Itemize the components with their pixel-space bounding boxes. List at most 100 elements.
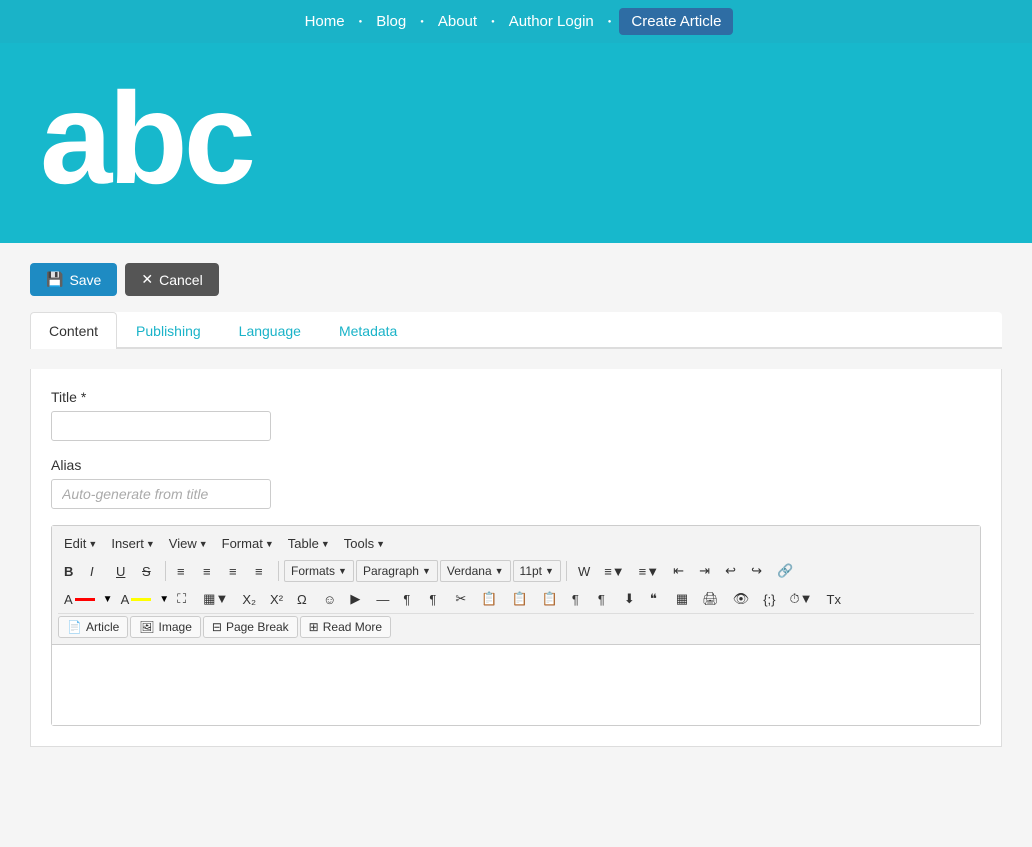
indent-button[interactable]: ⇥ <box>693 559 717 583</box>
cut-button[interactable]: ✂ <box>449 587 473 611</box>
readmore-icon: ⊞ <box>309 620 319 634</box>
tab-content[interactable]: Content <box>30 312 117 349</box>
image-insert-label: Image <box>159 620 192 634</box>
size-dropdown[interactable]: 11pt ▼ <box>513 560 561 582</box>
sep3 <box>566 561 567 581</box>
save-icon: 💾 <box>46 271 63 288</box>
hero-section: abc <box>0 43 1032 243</box>
nav-about[interactable]: About <box>432 9 483 34</box>
word-count-button[interactable]: W <box>572 560 596 583</box>
numbered-list-button[interactable]: ≡▼ <box>633 560 665 583</box>
table-button[interactable]: ▦▼ <box>197 587 234 611</box>
superscript-button[interactable]: X² <box>264 588 289 611</box>
nav-create-article[interactable]: Create Article <box>619 8 733 35</box>
button-toolbar: 💾 Save ✕ Cancel <box>30 263 1002 296</box>
media-button[interactable]: ▶ <box>344 587 368 611</box>
fullscreen-button[interactable]: ⛶ <box>171 587 195 611</box>
title-input[interactable] <box>51 411 271 441</box>
save-button[interactable]: 💾 Save <box>30 263 117 296</box>
align-justify-button[interactable]: ≡ <box>249 560 273 583</box>
table-menu[interactable]: Table ▼ <box>282 532 336 555</box>
special-char-button[interactable]: Ω <box>291 588 315 611</box>
formats-dropdown[interactable]: Formats ▼ <box>284 560 354 582</box>
nav-home[interactable]: Home <box>299 9 351 34</box>
paragraph-marker-button[interactable]: ¶ <box>592 588 616 611</box>
cancel-button[interactable]: ✕ Cancel <box>125 263 218 296</box>
nav-dot-2: ● <box>420 19 424 25</box>
show-blocks-button[interactable]: ¶ <box>566 588 590 611</box>
cancel-label: Cancel <box>159 272 203 288</box>
hr-button[interactable]: — <box>370 588 395 611</box>
font-color-button[interactable]: A <box>58 588 101 611</box>
view-menu[interactable]: View ▼ <box>163 532 214 555</box>
blockquote-button[interactable]: ¶ <box>423 588 447 611</box>
editor-body[interactable] <box>52 645 980 725</box>
outdent-button[interactable]: ⇤ <box>667 559 691 583</box>
print-button[interactable]: 🖨 <box>696 587 725 611</box>
nav-dot-3: ● <box>491 19 495 25</box>
tab-language[interactable]: Language <box>220 312 320 349</box>
paragraph-dropdown[interactable]: Paragraph ▼ <box>356 560 438 582</box>
alias-label: Alias <box>51 457 981 473</box>
align-center-button[interactable]: ≡ <box>197 560 221 583</box>
align-right-button[interactable]: ≡ <box>223 560 247 583</box>
editor-container: Edit ▼ Insert ▼ View ▼ Format ▼ Table ▼ … <box>51 525 981 726</box>
article-insert-label: Article <box>86 620 119 634</box>
image-icon: 🖼 <box>139 620 154 634</box>
title-group: Title * <box>51 389 981 441</box>
paste-button[interactable]: 📋 <box>506 587 534 611</box>
font-color-arrow[interactable]: ▼ <box>103 594 113 605</box>
redo-button[interactable]: ↪ <box>745 559 769 583</box>
font-dropdown[interactable]: Verdana ▼ <box>440 560 511 582</box>
editor-format-row2: A ▼ A ▼ ⛶ ▦▼ X₂ X² Ω ☺ ▶ — ¶ ¶ <box>58 585 974 613</box>
nav-author-login[interactable]: Author Login <box>503 9 600 34</box>
page-content: 💾 Save ✕ Cancel Content Publishing Langu… <box>0 243 1032 777</box>
format-menu[interactable]: Format ▼ <box>216 532 280 555</box>
template-button[interactable]: ▦ <box>670 587 694 611</box>
undo-button[interactable]: ↩ <box>719 559 743 583</box>
italic-button[interactable]: I <box>84 560 108 583</box>
readmore-insert-label: Read More <box>323 620 382 634</box>
align-left-button[interactable]: ≡ <box>171 560 195 583</box>
nav-dot-4: ● <box>608 19 612 25</box>
bullet-list-button[interactable]: ≡▼ <box>598 560 630 583</box>
preview-button[interactable]: 👁 <box>727 587 756 611</box>
editor-insert-row: 📄 Article 🖼 Image ⊟ Page Break ⊞ Read Mo… <box>58 613 974 640</box>
title-label: Title * <box>51 389 981 405</box>
image-insert-button[interactable]: 🖼 Image <box>130 616 201 638</box>
download-button[interactable]: ⬇ <box>618 587 642 611</box>
bold-button[interactable]: B <box>58 560 82 583</box>
clear-button[interactable]: Tx <box>821 588 847 611</box>
tab-metadata[interactable]: Metadata <box>320 312 416 349</box>
alias-group: Alias <box>51 457 981 509</box>
source-code-button[interactable]: {;} <box>757 588 781 611</box>
underline-button[interactable]: U <box>110 560 134 583</box>
emoji-button[interactable]: ☺ <box>317 588 342 611</box>
link-button[interactable]: 🔗 <box>771 559 799 583</box>
sep2 <box>278 561 279 581</box>
readmore-insert-button[interactable]: ⊞ Read More <box>300 616 391 638</box>
highlight-button[interactable]: A <box>115 588 158 611</box>
paste-plain-button[interactable]: 📋 <box>536 587 564 611</box>
quote-button[interactable]: ❝ <box>644 587 668 611</box>
form-area: Title * Alias Edit ▼ Insert ▼ View ▼ For… <box>30 369 1002 747</box>
edit-menu[interactable]: Edit ▼ <box>58 532 103 555</box>
article-icon: 📄 <box>67 620 82 634</box>
tools-menu[interactable]: Tools ▼ <box>338 532 391 555</box>
more-button[interactable]: ⏱▼ <box>784 587 819 611</box>
pagebreak-icon: ⊟ <box>212 620 222 634</box>
tab-publishing[interactable]: Publishing <box>117 312 220 349</box>
copy-button[interactable]: 📋 <box>475 587 503 611</box>
top-nav: Home ● Blog ● About ● Author Login ● Cre… <box>0 0 1032 43</box>
site-logo: abc <box>40 73 252 203</box>
insert-menu[interactable]: Insert ▼ <box>105 532 160 555</box>
subscript-button[interactable]: X₂ <box>236 588 262 611</box>
nonbreak-space-button[interactable]: ¶ <box>397 588 421 611</box>
strikethrough-button[interactable]: S <box>136 560 160 583</box>
article-insert-button[interactable]: 📄 Article <box>58 616 128 638</box>
sep1 <box>165 561 166 581</box>
highlight-arrow[interactable]: ▼ <box>159 594 169 605</box>
nav-blog[interactable]: Blog <box>370 9 412 34</box>
pagebreak-insert-button[interactable]: ⊟ Page Break <box>203 616 298 638</box>
alias-input[interactable] <box>51 479 271 509</box>
